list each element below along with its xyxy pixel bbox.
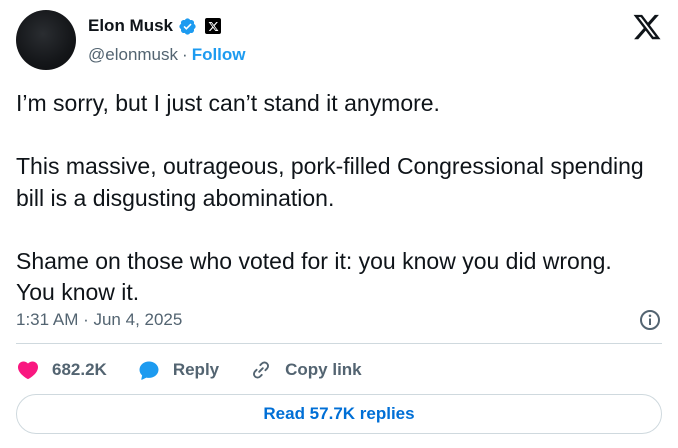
tweet-paragraph: Shame on those who voted for it: you kno… bbox=[16, 247, 612, 306]
divider bbox=[16, 343, 662, 344]
copy-link-label: Copy link bbox=[285, 360, 362, 379]
tweet-timestamp[interactable]: 1:31 AM · Jun 4, 2025 bbox=[16, 310, 182, 330]
tweet-text: I’m sorry, but I just can’t stand it any… bbox=[16, 88, 656, 309]
heart-icon bbox=[16, 358, 40, 382]
tweet-paragraph: I’m sorry, but I just can’t stand it any… bbox=[16, 90, 440, 116]
tweet-actions: 682.2K Reply Copy link bbox=[16, 356, 392, 384]
reply-label: Reply bbox=[172, 360, 220, 379]
author-handle[interactable]: @elonmusk bbox=[88, 45, 178, 65]
author-handle-row: @elonmusk · Follow bbox=[88, 44, 246, 66]
tweet-meta-row: 1:31 AM · Jun 4, 2025 bbox=[16, 307, 662, 333]
link-icon bbox=[249, 358, 273, 382]
follow-link[interactable]: Follow bbox=[192, 45, 246, 65]
read-replies-button[interactable]: Read 57.7K replies bbox=[16, 394, 662, 434]
x-logo-icon[interactable] bbox=[632, 12, 662, 42]
handle-separator: · bbox=[182, 45, 188, 64]
author-name-row: Elon Musk bbox=[88, 15, 222, 37]
like-button[interactable]: 682.2K bbox=[16, 358, 107, 382]
tweet-paragraph: This massive, outrageous, pork-filled Co… bbox=[16, 153, 644, 211]
author-name[interactable]: Elon Musk bbox=[88, 16, 173, 36]
x-badge-icon bbox=[205, 18, 222, 34]
like-count: 682.2K bbox=[52, 360, 107, 379]
speech-bubble-icon bbox=[137, 358, 161, 382]
copy-link-button[interactable]: Copy link bbox=[249, 358, 362, 382]
info-icon[interactable] bbox=[638, 308, 662, 332]
reply-button[interactable]: Reply bbox=[137, 358, 219, 382]
avatar[interactable] bbox=[16, 10, 76, 70]
tweet-embed-card: Elon Musk @elonmusk · Follow I’m sorry, … bbox=[0, 0, 678, 448]
verified-badge-icon bbox=[178, 17, 197, 36]
